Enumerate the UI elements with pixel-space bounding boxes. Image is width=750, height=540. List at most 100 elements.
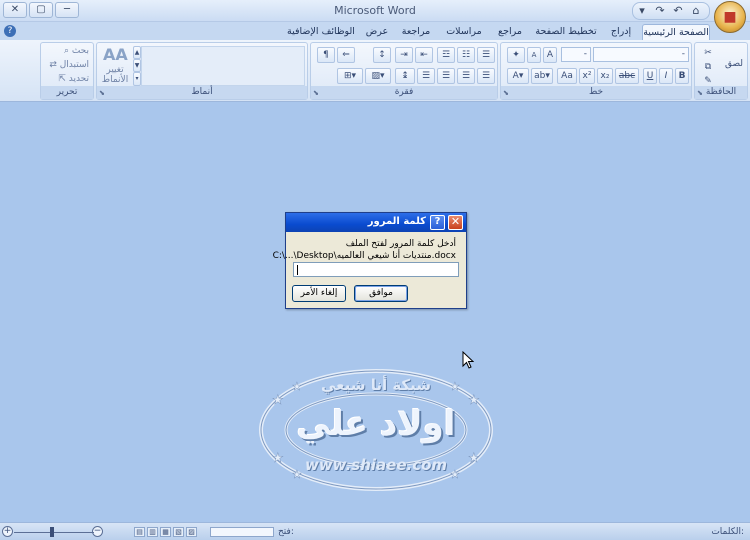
superscript-icon[interactable]: x²	[579, 68, 595, 84]
sort-icon[interactable]: ↕	[373, 47, 391, 63]
word-count[interactable]: الكلمات:	[711, 527, 744, 537]
tab-references[interactable]: مراجع	[492, 24, 528, 40]
font-group: - - A A ✦ B I U abc x₂ x² Aa ab▾ A▾ خط ⬊	[500, 42, 692, 100]
styles-gallery[interactable]	[141, 46, 305, 86]
tab-page-layout[interactable]: تخطيط الصفحة	[532, 24, 600, 40]
italic-button[interactable]: I	[659, 68, 673, 84]
tab-add-ins[interactable]: الوظائف الإضافية	[284, 24, 358, 40]
editing-group-label: تحرير	[41, 86, 93, 99]
styles-group: ▲ ▼ ▾ AA تغيير الأنماط أنماط ⬊	[96, 42, 308, 100]
dialog-title-bar: كلمة المرور ? ✕	[286, 213, 466, 232]
paragraph-group: ☰ ☷ ☲ ⇤ ⇥ ↕ ⇐ ¶ ☰ ☰ ☰ ☰ ↨ ▨▾ ⊞▾ فقرة ⬊	[310, 42, 498, 100]
find-button[interactable]: ⌕ بحث	[64, 45, 89, 57]
line-spacing-icon[interactable]: ↨	[395, 68, 415, 84]
cancel-button[interactable]: إلغاء الأمر	[292, 285, 346, 302]
change-styles-icon[interactable]: AA	[103, 45, 128, 65]
justify-icon[interactable]: ☰	[417, 68, 435, 84]
office-logo-icon: ■	[723, 9, 737, 25]
gallery-up-icon[interactable]: ▲	[133, 46, 141, 59]
increase-indent-icon[interactable]: ⇥	[395, 47, 413, 63]
quick-access-toolbar: ▾ ↷ ↶ ⌂	[632, 2, 710, 20]
bullets-icon[interactable]: ☰	[477, 47, 495, 63]
zoom-in-button[interactable]: +	[2, 526, 13, 537]
shading-icon[interactable]: ▨▾	[365, 68, 391, 84]
dialog-help-button[interactable]: ?	[430, 215, 445, 230]
styles-launcher-icon[interactable]: ⬊	[99, 89, 107, 97]
editing-group: ⌕ بحث ⇄ استبدال ⇱ تحديد تحرير	[40, 42, 94, 100]
find-icon: ⌕	[63, 46, 72, 56]
bold-button[interactable]: B	[675, 68, 689, 84]
help-icon[interactable]: ?	[4, 25, 16, 37]
watermark-logo: ★ ★ ★ ★ ★ ★ ★ ★ شبكة أنا شيعي اولاد علي …	[258, 368, 494, 492]
ribbon: لصق ✂ ⧉ ✎ الحافظة ⬊ - - A A ✦ B I U abc …	[0, 40, 750, 102]
ok-button[interactable]: موافق	[354, 285, 408, 302]
decrease-indent-icon[interactable]: ⇤	[415, 47, 433, 63]
numbering-icon[interactable]: ☷	[457, 47, 475, 63]
gallery-down-icon[interactable]: ▼	[133, 59, 141, 72]
tab-home[interactable]: الصفحة الرئيسية	[642, 24, 710, 40]
open-progress-bar	[210, 527, 274, 537]
grow-font-button[interactable]: A	[543, 47, 557, 63]
underline-button[interactable]: U	[643, 68, 657, 84]
tab-mailings[interactable]: مراسلات	[440, 24, 488, 40]
watermark-top-text: شبكة أنا شيعي	[320, 376, 432, 394]
font-color-icon[interactable]: A▾	[507, 68, 529, 84]
change-case-button[interactable]: Aa	[557, 68, 577, 84]
multilevel-list-icon[interactable]: ☲	[437, 47, 455, 63]
align-left-icon[interactable]: ☰	[437, 68, 455, 84]
clipboard-group: لصق ✂ ⧉ ✎ الحافظة ⬊	[694, 42, 748, 100]
borders-icon[interactable]: ⊞▾	[337, 68, 363, 84]
draft-icon[interactable]: ▨	[186, 527, 197, 537]
dialog-close-button[interactable]: ✕	[448, 215, 463, 230]
font-group-label: خط	[501, 86, 691, 99]
change-styles-button[interactable]: تغيير الأنماط	[101, 65, 129, 85]
gallery-more-icon[interactable]: ▾	[133, 72, 141, 86]
text-caret	[297, 265, 298, 275]
open-progress-label: فتح:	[278, 527, 294, 537]
highlight-icon[interactable]: ab▾	[531, 68, 553, 84]
tab-review[interactable]: مراجعة	[396, 24, 436, 40]
mouse-cursor-icon	[462, 351, 474, 369]
font-size-combo[interactable]: -	[561, 47, 591, 62]
clipboard-launcher-icon[interactable]: ⬊	[697, 89, 705, 97]
align-right-icon[interactable]: ☰	[477, 68, 495, 84]
web-layout-icon[interactable]: ▦	[160, 527, 171, 537]
dialog-file-path: C:\...\Desktop\منتديات أنا شيعي العالميه…	[272, 251, 456, 261]
clear-format-icon[interactable]: ✦	[507, 47, 525, 63]
subscript-icon[interactable]: x₂	[597, 68, 613, 84]
undo-icon[interactable]: ↶	[669, 3, 687, 19]
full-screen-reading-icon[interactable]: ▥	[147, 527, 158, 537]
title-bar: ✕ ▢ ─ Microsoft Word ▾ ↷ ↶ ⌂ ■	[0, 0, 750, 33]
office-button[interactable]: ■	[714, 1, 746, 33]
paragraph-launcher-icon[interactable]: ⬊	[313, 89, 321, 97]
print-layout-icon[interactable]: ▤	[134, 527, 145, 537]
password-input[interactable]	[293, 262, 459, 277]
watermark-bottom-text: www.shiaee.com	[304, 456, 448, 474]
zoom-slider[interactable]	[14, 532, 94, 533]
rtl-icon[interactable]: ⇐	[337, 47, 355, 63]
save-icon[interactable]: ⌂	[687, 3, 705, 19]
select-icon: ⇱	[58, 74, 69, 84]
zoom-slider-thumb[interactable]	[50, 527, 54, 537]
replace-button[interactable]: ⇄ استبدال	[49, 59, 89, 71]
window-title: Microsoft Word	[334, 4, 416, 17]
close-window-button[interactable]: ✕	[3, 2, 27, 18]
tab-view[interactable]: عرض	[362, 24, 392, 40]
strikethrough-button[interactable]: abc	[615, 68, 639, 84]
password-dialog: كلمة المرور ? ✕ أدخل كلمة المرور لفتح ال…	[273, 212, 467, 309]
paste-button[interactable]: لصق	[723, 47, 745, 85]
minimize-window-button[interactable]: ─	[55, 2, 79, 18]
maximize-window-button[interactable]: ▢	[29, 2, 53, 18]
replace-icon: ⇄	[49, 60, 60, 70]
font-launcher-icon[interactable]: ⬊	[503, 89, 511, 97]
font-name-combo[interactable]: -	[593, 47, 689, 62]
outline-icon[interactable]: ▧	[173, 527, 184, 537]
redo-icon[interactable]: ↷	[651, 3, 669, 19]
qat-customize-icon[interactable]: ▾	[633, 3, 651, 19]
align-center-icon[interactable]: ☰	[457, 68, 475, 84]
tab-insert[interactable]: إدراج	[604, 24, 638, 40]
dialog-prompt: أدخل كلمة المرور لفتح الملف	[345, 239, 456, 249]
show-marks-button[interactable]: ¶	[317, 47, 335, 63]
select-button[interactable]: ⇱ تحديد	[58, 73, 89, 85]
shrink-font-button[interactable]: A	[527, 47, 541, 63]
